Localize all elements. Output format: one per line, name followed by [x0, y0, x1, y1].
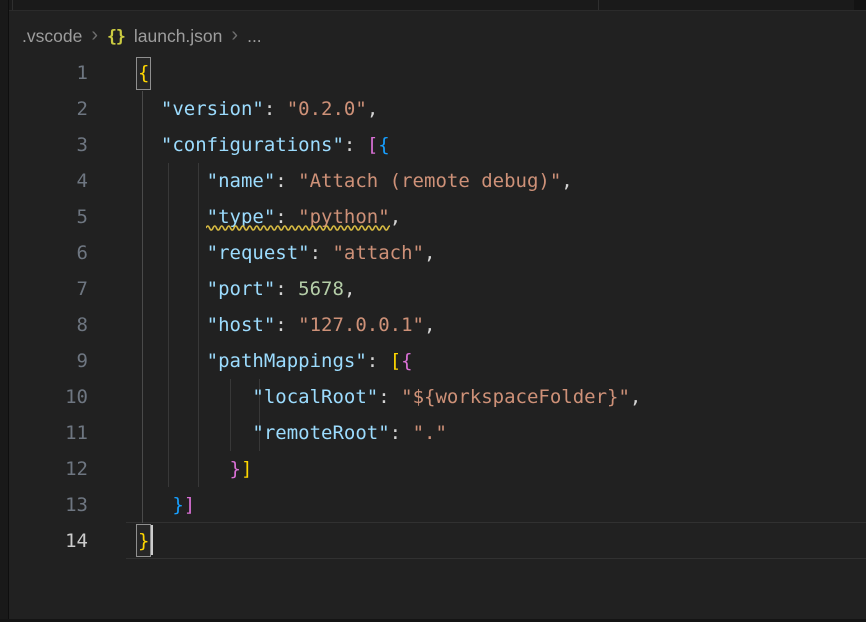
line-number[interactable]: 12	[0, 451, 88, 487]
code-line[interactable]: {	[138, 55, 641, 91]
token-key: "configurations"	[161, 134, 344, 156]
token-ws	[138, 458, 230, 480]
line-number[interactable]: 2	[0, 91, 88, 127]
token-key: "request"	[207, 242, 310, 264]
code-line[interactable]: "localRoot": "${workspaceFolder}",	[138, 379, 641, 415]
line-number[interactable]: 11	[0, 415, 88, 451]
token-str: "attach"	[332, 242, 424, 264]
line-number[interactable]: 8	[0, 307, 88, 343]
vscode-window: .vscode › {} launch.json › ... 123456789…	[0, 0, 866, 622]
token-ws	[138, 350, 207, 372]
code-line[interactable]: "request": "attach",	[138, 235, 641, 271]
code-line[interactable]: "remoteRoot": "."	[138, 415, 641, 451]
token-key: "remoteRoot"	[252, 422, 389, 444]
token-key: "name"	[207, 170, 276, 192]
breadcrumb: .vscode › {} launch.json › ...	[22, 19, 262, 53]
token-ws	[138, 242, 207, 264]
token-punct: ,	[561, 170, 572, 192]
token-punct: :	[264, 98, 287, 120]
token-b3: }	[172, 494, 183, 516]
token-b1: {	[138, 62, 149, 84]
gutter[interactable]: 1234567891011121314	[0, 55, 88, 559]
line-number[interactable]: 3	[0, 127, 88, 163]
token-str: "127.0.0.1"	[298, 314, 424, 336]
code-line[interactable]: "version": "0.2.0",	[138, 91, 641, 127]
code-line[interactable]: "pathMappings": [{	[138, 343, 641, 379]
token-b3: {	[378, 134, 389, 156]
line-number[interactable]: 14	[0, 523, 88, 559]
line-number[interactable]: 4	[0, 163, 88, 199]
code-line[interactable]: "configurations": [{	[138, 127, 641, 163]
token-punct: ,	[390, 206, 401, 228]
token-ws	[138, 170, 207, 192]
breadcrumb-symbol-path[interactable]: ...	[247, 26, 262, 47]
token-ws	[138, 134, 161, 156]
json-braces-icon: {}	[107, 27, 125, 46]
token-punct: :	[275, 278, 298, 300]
token-b1: }	[138, 530, 149, 552]
token-punct: ,	[344, 278, 355, 300]
line-number[interactable]: 9	[0, 343, 88, 379]
token-ws	[138, 422, 252, 444]
token-ws	[138, 278, 207, 300]
tab-divider	[598, 0, 599, 10]
editor-group-border	[854, 0, 866, 10]
token-ws	[138, 314, 207, 336]
token-b2: }	[230, 458, 241, 480]
token-key: "host"	[207, 314, 276, 336]
token-punct: ,	[630, 386, 641, 408]
code-line[interactable]: }	[138, 523, 641, 559]
token-punct: :	[390, 422, 413, 444]
token-str: "Attach (remote debug)"	[298, 170, 561, 192]
code-lines: { "version": "0.2.0", "configurations": …	[138, 55, 641, 559]
line-number[interactable]: 5	[0, 199, 88, 235]
code-line[interactable]: }]	[138, 487, 641, 523]
token-ws	[138, 206, 207, 228]
line-number[interactable]: 10	[0, 379, 88, 415]
window-left-border	[0, 0, 9, 622]
tab-bar[interactable]	[0, 0, 866, 11]
line-number[interactable]: 6	[0, 235, 88, 271]
token-punct: :	[367, 350, 390, 372]
breadcrumb-folder[interactable]: .vscode	[22, 26, 82, 47]
chevron-right-icon: ›	[91, 25, 98, 45]
line-number[interactable]: 13	[0, 487, 88, 523]
token-punct: :	[378, 386, 401, 408]
token-str: "${workspaceFolder}"	[401, 386, 630, 408]
line-number[interactable]: 1	[0, 55, 88, 91]
token-str: "."	[413, 422, 447, 444]
line-number[interactable]: 7	[0, 271, 88, 307]
warning-squiggle	[206, 224, 390, 232]
token-punct: ,	[367, 98, 378, 120]
text-cursor	[151, 525, 153, 555]
token-key: "localRoot"	[252, 386, 378, 408]
code-line[interactable]: }]	[138, 451, 641, 487]
token-str: "0.2.0"	[287, 98, 367, 120]
token-ws	[138, 494, 172, 516]
code-line[interactable]: "name": "Attach (remote debug)",	[138, 163, 641, 199]
token-b2: [	[367, 134, 378, 156]
token-punct: ,	[424, 314, 435, 336]
token-punct: :	[275, 170, 298, 192]
token-b2: ]	[184, 494, 195, 516]
chevron-right-icon: ›	[231, 25, 238, 45]
token-b2: {	[401, 350, 412, 372]
token-num: 5678	[298, 278, 344, 300]
code-line[interactable]: "host": "127.0.0.1",	[138, 307, 641, 343]
token-punct: :	[344, 134, 367, 156]
token-key: "pathMappings"	[207, 350, 367, 372]
token-key: "version"	[161, 98, 264, 120]
token-punct: :	[275, 314, 298, 336]
token-ws	[138, 386, 252, 408]
token-key: "port"	[207, 278, 276, 300]
token-punct: :	[310, 242, 333, 264]
code-line[interactable]: "port": 5678,	[138, 271, 641, 307]
token-ws	[138, 98, 161, 120]
token-b1: [	[390, 350, 401, 372]
token-b1: ]	[241, 458, 252, 480]
breadcrumb-file[interactable]: launch.json	[134, 26, 223, 47]
token-punct: ,	[424, 242, 435, 264]
tab-divider	[12, 0, 13, 10]
